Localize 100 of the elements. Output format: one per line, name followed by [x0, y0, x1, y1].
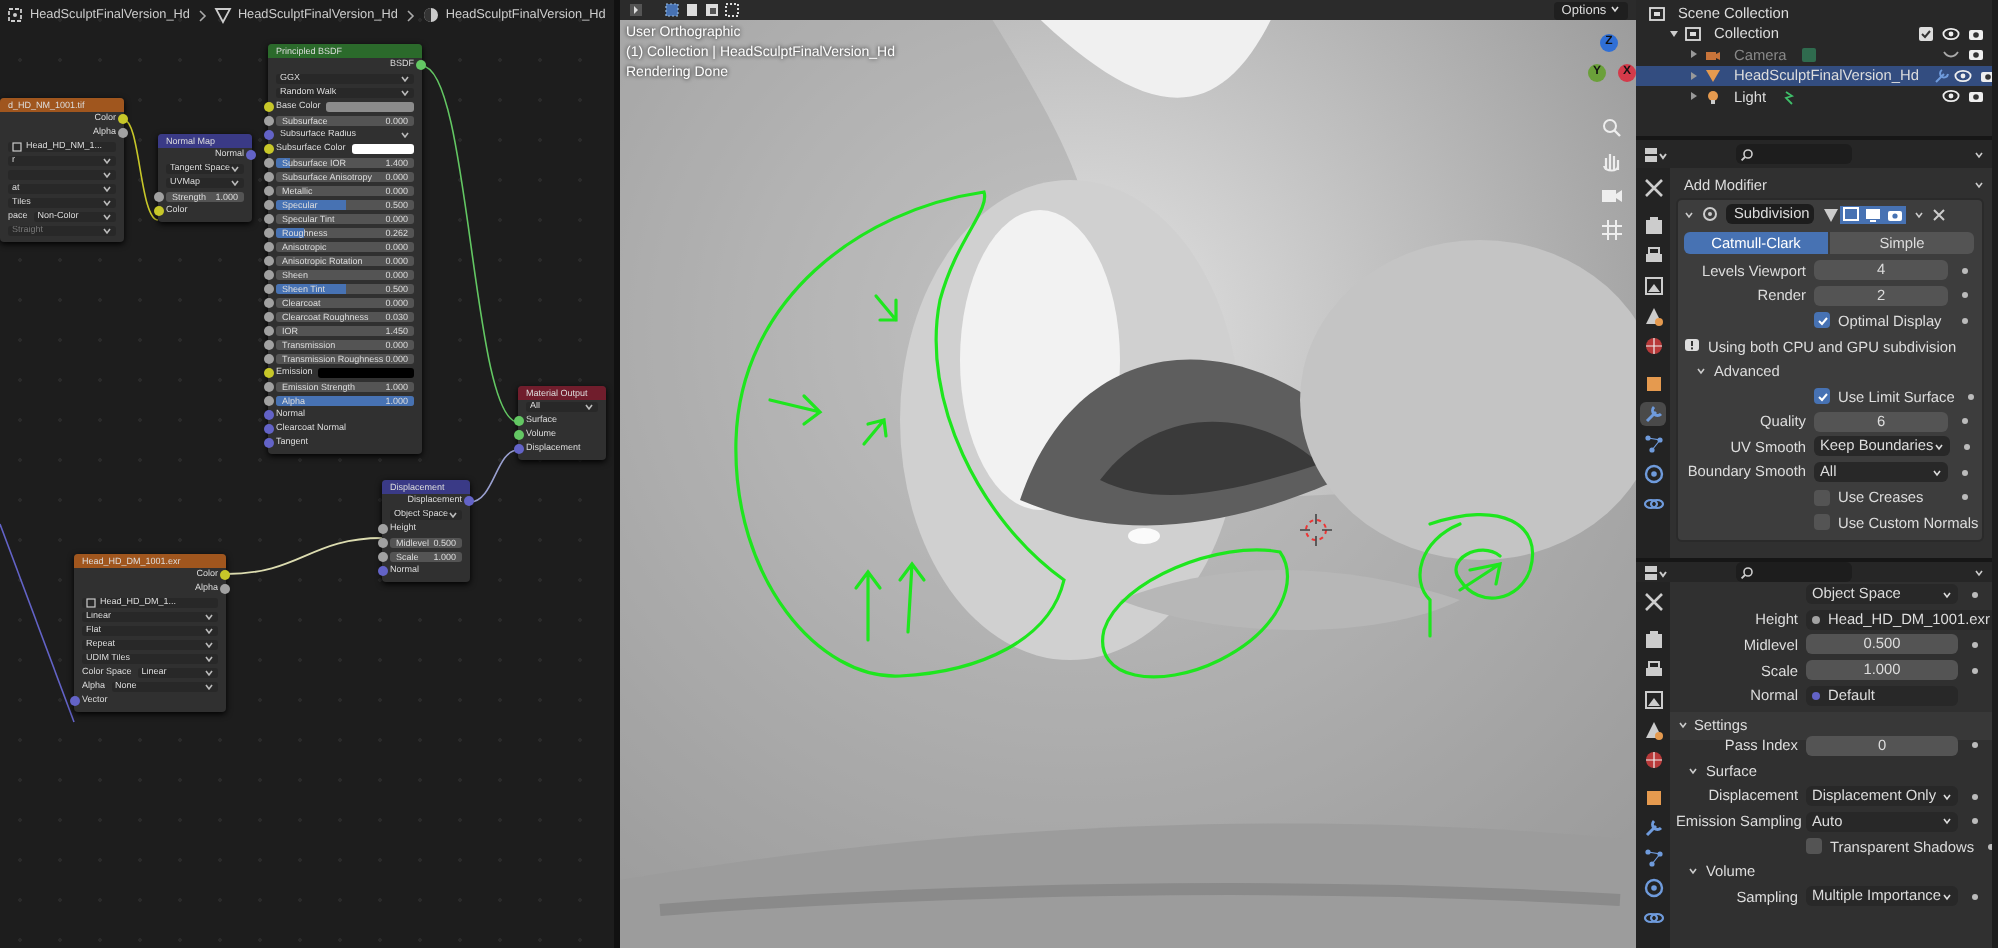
- expand-caret-icon[interactable]: [1974, 567, 1984, 577]
- properties-tab[interactable]: [1640, 432, 1666, 456]
- editor-type-icon[interactable]: [1644, 145, 1668, 163]
- node-socket[interactable]: [514, 444, 524, 454]
- camera-icon[interactable]: [1980, 67, 1992, 84]
- expand-caret-icon[interactable]: [1932, 467, 1942, 478]
- check-icon[interactable]: [1815, 389, 1829, 404]
- keyframe-dot[interactable]: [1962, 469, 1968, 476]
- node-socket[interactable]: [118, 114, 128, 124]
- node-socket[interactable]: [264, 116, 274, 126]
- expand-caret-icon[interactable]: [1688, 765, 1698, 776]
- node-socket[interactable]: [154, 206, 164, 216]
- properties-tab[interactable]: [1640, 304, 1666, 328]
- expand-caret-icon[interactable]: [1678, 720, 1688, 731]
- expand-caret-icon[interactable]: [1933, 441, 1944, 452]
- properties-tab[interactable]: [1640, 402, 1666, 426]
- node-socket[interactable]: [264, 438, 274, 448]
- light-data-icon[interactable]: [1780, 87, 1799, 106]
- collapse-caret-icon[interactable]: [1688, 48, 1700, 61]
- node-socket[interactable]: [264, 382, 274, 392]
- properties-tab[interactable]: [1640, 658, 1666, 682]
- node-socket[interactable]: [378, 566, 388, 576]
- node-socket[interactable]: [464, 496, 474, 506]
- eye-icon[interactable]: [1942, 88, 1960, 105]
- node-socket[interactable]: [264, 200, 274, 210]
- eye-icon[interactable]: [1942, 25, 1960, 42]
- cursor-icon[interactable]: [1300, 514, 1332, 546]
- node-socket[interactable]: [264, 242, 274, 252]
- keyframe-dot[interactable]: [1972, 742, 1978, 749]
- node-socket[interactable]: [220, 584, 230, 594]
- properties-tab[interactable]: [1640, 214, 1666, 238]
- keyframe-dot[interactable]: [1962, 494, 1968, 501]
- camera-icon[interactable]: [1968, 46, 1984, 63]
- check-icon[interactable]: [1815, 313, 1829, 328]
- keyframe-dot[interactable]: [1962, 317, 1968, 324]
- expand-caret-icon[interactable]: [448, 510, 459, 520]
- close-icon[interactable]: [1932, 207, 1946, 221]
- keyframe-dot[interactable]: [1962, 292, 1968, 299]
- expand-caret-icon[interactable]: [400, 130, 410, 140]
- image-icon[interactable]: [86, 598, 96, 608]
- keyframe-dot[interactable]: [1962, 418, 1968, 425]
- color-swatch[interactable]: [351, 143, 414, 155]
- node-socket[interactable]: [514, 430, 524, 440]
- properties-tab[interactable]: [1640, 462, 1666, 486]
- node-socket[interactable]: [264, 354, 274, 364]
- expand-caret-icon[interactable]: [1914, 209, 1924, 219]
- properties-tab[interactable]: [1640, 846, 1666, 870]
- search-field[interactable]: [1736, 144, 1852, 164]
- node-socket[interactable]: [220, 570, 230, 580]
- node-socket[interactable]: [264, 326, 274, 336]
- collapse-caret-icon[interactable]: [1688, 90, 1700, 103]
- node-socket[interactable]: [264, 214, 274, 224]
- properties-tab[interactable]: [1640, 688, 1666, 712]
- node-socket[interactable]: [264, 144, 274, 154]
- node-socket[interactable]: [264, 284, 274, 294]
- camera-icon[interactable]: [1968, 88, 1984, 105]
- node-socket[interactable]: [154, 192, 164, 202]
- properties-tab[interactable]: [1640, 816, 1666, 840]
- properties-tab[interactable]: [1640, 628, 1666, 652]
- node-socket[interactable]: [264, 256, 274, 266]
- node-socket[interactable]: [264, 172, 274, 182]
- node-socket[interactable]: [264, 130, 274, 140]
- properties-tab[interactable]: [1640, 876, 1666, 900]
- node-socket[interactable]: [378, 538, 388, 548]
- keyframe-dot[interactable]: [1962, 267, 1968, 274]
- node-body[interactable]: [268, 44, 422, 454]
- properties-tab[interactable]: [1640, 176, 1666, 200]
- node-socket[interactable]: [264, 158, 274, 168]
- socket-dot[interactable]: [1812, 615, 1820, 624]
- keyframe-dot[interactable]: [1968, 393, 1975, 400]
- node-dropdown[interactable]: [8, 169, 116, 181]
- node-socket[interactable]: [264, 424, 274, 434]
- node-socket[interactable]: [246, 150, 256, 160]
- expand-caret-icon[interactable]: [1942, 589, 1952, 600]
- socket-dot[interactable]: [1812, 691, 1820, 700]
- selection-mode-icon[interactable]: [628, 2, 644, 18]
- color-swatch[interactable]: [318, 367, 414, 379]
- checkbox-icon[interactable]: [1918, 25, 1934, 42]
- node-socket[interactable]: [264, 368, 274, 378]
- keyframe-dot[interactable]: [1972, 641, 1978, 648]
- expand-caret-icon[interactable]: [1696, 366, 1706, 377]
- expand-caret-icon[interactable]: [1684, 209, 1694, 219]
- expand-caret-icon[interactable]: [1610, 4, 1620, 15]
- expand-caret-icon[interactable]: [1668, 27, 1680, 40]
- node-socket[interactable]: [378, 552, 388, 562]
- keyframe-dot[interactable]: [1972, 818, 1978, 825]
- node-socket[interactable]: [70, 696, 80, 706]
- node-socket[interactable]: [264, 102, 274, 112]
- keyframe-dot[interactable]: [1963, 443, 1970, 450]
- node-socket[interactable]: [378, 524, 388, 534]
- node-socket[interactable]: [264, 298, 274, 308]
- keyframe-dot[interactable]: [1972, 591, 1978, 598]
- expand-caret-icon[interactable]: [1942, 816, 1952, 827]
- closed-eye-icon[interactable]: [1942, 46, 1960, 63]
- camera-icon[interactable]: [1886, 205, 1904, 223]
- node-socket[interactable]: [264, 228, 274, 238]
- collapse-caret-icon[interactable]: [1688, 69, 1700, 82]
- search-field[interactable]: [1736, 562, 1852, 582]
- keyframe-dot[interactable]: [1972, 667, 1978, 674]
- expand-caret-icon[interactable]: [1974, 149, 1984, 159]
